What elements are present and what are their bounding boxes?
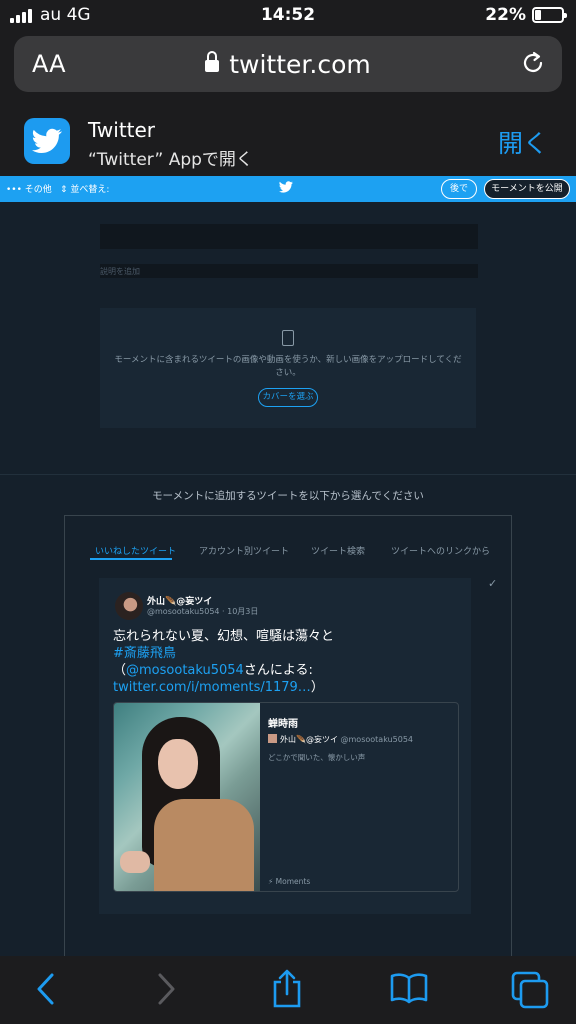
back-icon[interactable] [34, 972, 58, 1006]
lock-icon [205, 51, 220, 72]
sort-menu[interactable]: ⇕ 並べ替え: [60, 182, 109, 195]
card-author: 外山🪶@妄ツイ @mosootaku5054 [268, 734, 413, 745]
browser-toolbar [0, 956, 576, 1024]
battery-percent: 22% [485, 5, 526, 25]
moment-toolbar: ••• その他 ⇕ 並べ替え: 後で モーメントを公開 [0, 176, 576, 202]
paren-open: （ [113, 663, 127, 678]
tab-tweet-link[interactable]: ツイートへのリンクから [391, 544, 490, 557]
divider [0, 474, 576, 475]
active-tab-indicator [90, 558, 172, 560]
checkmark-icon[interactable]: ✓ [488, 577, 497, 590]
hashtag-link[interactable]: #斎藤飛鳥 [113, 645, 463, 662]
tab-account-tweets[interactable]: アカウント別ツイート [199, 544, 289, 557]
bookmarks-icon[interactable] [390, 972, 428, 1004]
tweet-line: 忘れられない夏、幻想、喧騒は蕩々と [113, 629, 335, 644]
moment-link[interactable]: twitter.com/i/moments/1179… [113, 680, 311, 695]
twitter-bird-icon [32, 128, 62, 153]
card-description: どこかで聞いた、懐かしい声 [268, 753, 366, 762]
app-banner: Twitter “Twitter” Appで開く 開く [0, 98, 576, 176]
picker-tabs: いいねしたツイート アカウント別ツイート ツイート検索 ツイートへのリンクから [89, 540, 490, 564]
tweet-text: 忘れられない夏、幻想、喧騒は蕩々と #斎藤飛鳥 （@mosootaku5054さ… [113, 628, 463, 696]
tabs-icon[interactable] [510, 970, 550, 1010]
mention-link[interactable]: @mosootaku5054 [126, 663, 244, 678]
banner-subtitle: “Twitter” Appで開く [88, 150, 253, 170]
address-bar[interactable]: AA twitter.com [14, 36, 562, 92]
moment-cover-image [114, 703, 260, 891]
battery-icon [532, 7, 567, 23]
choose-cover-button[interactable]: カバーを選ぶ [258, 388, 318, 407]
later-button[interactable]: 後で [441, 179, 477, 199]
card-author-name: 外山🪶@妄ツイ [280, 735, 338, 744]
publish-moment-button[interactable]: モーメントを公開 [484, 179, 570, 199]
moment-url-line: twitter.com/i/moments/1179…） [113, 679, 463, 696]
tweet-picker: いいねしたツイート アカウント別ツイート ツイート検索 ツイートへのリンクから … [64, 515, 512, 975]
open-app-button[interactable]: 開く [498, 124, 548, 160]
tweet-attribution: （@mosootaku5054さんによる: [113, 662, 463, 679]
tab-liked-tweets[interactable]: いいねしたツイート [95, 544, 176, 557]
card-title: 蝉時雨 [268, 719, 298, 730]
attribution-suffix: さんによる: [243, 663, 313, 678]
url-text: twitter.com [229, 50, 371, 79]
moment-title-input[interactable] [100, 224, 478, 249]
reload-icon[interactable] [520, 50, 546, 76]
avatar[interactable] [115, 592, 143, 620]
twitter-bird-icon [279, 181, 293, 193]
browser-chrome: AA twitter.com [0, 30, 576, 98]
tweet-handle-date: @mosootaku5054 · 10月3日 [147, 607, 259, 616]
paren-close: ） [310, 680, 324, 695]
tab-tweet-search[interactable]: ツイート検索 [311, 544, 365, 557]
cover-selector: モーメントに含まれるツイートの画像や動画を使うか、新しい画像をアップロードしてく… [100, 308, 476, 428]
card-author-handle: @mosootaku5054 [340, 735, 414, 744]
moment-card[interactable]: 蝉時雨 外山🪶@妄ツイ @mosootaku5054 どこかで聞いた、懐かしい声… [113, 702, 459, 892]
tweet-item[interactable]: 外山🪶@妄ツイ @mosootaku5054 · 10月3日 忘れられない夏、幻… [99, 578, 471, 914]
avatar [268, 734, 277, 743]
status-right: 22% [485, 5, 567, 25]
image-icon [282, 330, 294, 346]
more-menu[interactable]: ••• その他 [6, 182, 52, 195]
share-icon[interactable] [270, 968, 304, 1008]
banner-app-name: Twitter [88, 118, 156, 142]
moment-description-input[interactable]: 説明を追加 [100, 264, 478, 278]
tweet-picker-heading: モーメントに追加するツイートを以下から選んでください [152, 490, 424, 502]
forward-icon[interactable] [154, 972, 178, 1006]
cover-instructions: モーメントに含まれるツイートの画像や動画を使うか、新しい画像をアップロードしてく… [114, 355, 462, 378]
url-display[interactable]: twitter.com [14, 50, 562, 79]
status-bar: au 4G 14:52 22% [0, 0, 576, 30]
card-footer: ⚡ Moments [268, 877, 311, 886]
twitter-app-icon [24, 118, 70, 164]
